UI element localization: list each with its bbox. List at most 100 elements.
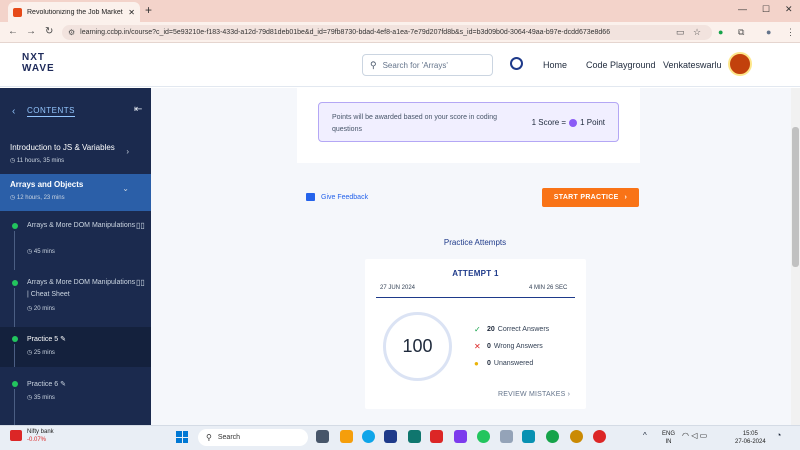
- item-duration: 25 mins: [33, 350, 55, 356]
- item-title: Arrays & More DOM Manipulations | Cheat …: [27, 279, 136, 298]
- item-duration-row: ◷ 25 mins: [27, 350, 55, 356]
- task-view-icon[interactable]: [316, 430, 329, 443]
- chevron-right-icon: ›: [624, 194, 628, 201]
- check-icon: ✓: [474, 325, 481, 334]
- practice-attempts-heading: Practice Attempts: [443, 238, 507, 247]
- sidebar-item-practice-6[interactable]: Practice 6 ✎ ◷ 35 mins: [0, 372, 151, 425]
- attempt-title: ATTEMPT 1: [452, 269, 499, 278]
- url-field[interactable]: ⚙ learning.ccbp.in/course?c_id=5e93210e-…: [62, 25, 712, 40]
- nav-home[interactable]: Home: [543, 60, 567, 70]
- stock-widget-icon[interactable]: [10, 430, 22, 441]
- bookmark-star-icon[interactable]: ☆: [693, 27, 701, 38]
- section-duration-row: ◷ 12 hours, 23 mins: [10, 195, 65, 201]
- edge-icon[interactable]: [362, 430, 375, 443]
- close-window-icon[interactable]: ✕: [785, 4, 793, 15]
- minimize-icon[interactable]: —: [738, 4, 747, 14]
- section-duration: 11 hours, 35 mins: [16, 158, 65, 164]
- item-duration-row: ◷ 45 mins: [27, 249, 55, 255]
- back-arrow-icon[interactable]: ‹: [12, 106, 15, 117]
- taskbar-search[interactable]: ⚲ Search: [198, 429, 308, 446]
- streak-icon[interactable]: [510, 57, 523, 70]
- notepad-icon[interactable]: [500, 430, 513, 443]
- username[interactable]: Venkateswarlu: [663, 60, 722, 70]
- chevron-down-icon: ⌄: [122, 184, 129, 193]
- correct-label: Correct Answers: [497, 326, 550, 333]
- profile-icon[interactable]: ●: [766, 27, 771, 37]
- extension-icon[interactable]: ●: [718, 27, 723, 37]
- tray-overflow-icon[interactable]: ^: [643, 431, 647, 440]
- item-title-row: Practice 5 ✎: [27, 334, 137, 346]
- url-text: learning.ccbp.in/course?c_id=5e93210e-f1…: [80, 29, 611, 36]
- browser-menu-icon[interactable]: ⋮: [786, 27, 795, 38]
- avatar[interactable]: [728, 52, 752, 76]
- sidebar-item-practice-5[interactable]: Practice 5 ✎ ◷ 25 mins: [0, 327, 151, 367]
- windows-start-icon[interactable]: [176, 431, 188, 443]
- unanswered-row: ● 0 Unanswered: [474, 359, 533, 368]
- site-info-icon[interactable]: ⚙: [68, 28, 75, 37]
- item-title: Practice 6: [27, 381, 59, 388]
- chrome-profile-2-icon[interactable]: [593, 430, 606, 443]
- check-icon: [12, 336, 18, 342]
- tab-close-icon[interactable]: ✕: [128, 8, 135, 17]
- tray-icons[interactable]: ◠ ◁ ▭: [682, 431, 707, 440]
- file-explorer-icon[interactable]: [340, 430, 353, 443]
- chrome-profile-icon[interactable]: [570, 430, 583, 443]
- notification-icon[interactable]: ◔: [776, 430, 781, 440]
- clock[interactable]: 15:05 27-06-2024: [735, 430, 766, 446]
- taskbar-search-label: Search: [217, 434, 241, 441]
- vscode-icon[interactable]: [522, 430, 535, 443]
- review-mistakes-link[interactable]: REVIEW MISTAKES ›: [498, 391, 570, 398]
- tab-title: Revolutionizing the Job Market: [27, 8, 123, 16]
- browser-tab[interactable]: Revolutionizing the Job Market ✕: [8, 2, 140, 22]
- item-title: Arrays & More DOM Manipulations: [27, 222, 136, 229]
- section-title: Introduction to JS & Variables: [10, 143, 115, 152]
- sidebar-item-arrays-dom[interactable]: Arrays & More DOM Manipulations ◷ 45 min…: [0, 215, 151, 270]
- teams-icon[interactable]: [454, 430, 467, 443]
- mcafee-icon[interactable]: [430, 430, 443, 443]
- give-feedback-link[interactable]: Give Feedback: [306, 193, 368, 201]
- wrong-answers-row: ✕ 0 Wrong Answers: [474, 342, 543, 351]
- book-icon[interactable]: ▯▯: [136, 221, 145, 230]
- correct-count: 20: [487, 326, 495, 333]
- search-icon: ⚲: [206, 433, 212, 442]
- whatsapp-icon[interactable]: [477, 430, 490, 443]
- review-label: REVIEW MISTAKES: [498, 391, 566, 398]
- section-title: Arrays and Objects: [10, 180, 84, 189]
- collapse-icon[interactable]: ⇤: [134, 104, 142, 115]
- item-duration-row: ◷ 20 mins: [27, 306, 55, 312]
- sidebar-section-intro[interactable]: Introduction to JS & Variables ◷ 11 hour…: [0, 137, 151, 174]
- dot-icon: ●: [474, 359, 479, 368]
- volume-icon[interactable]: ◁: [691, 431, 697, 440]
- check-icon: [12, 223, 18, 229]
- item-title: Practice 5: [27, 336, 59, 343]
- extensions-puzzle-icon[interactable]: ⧉: [738, 27, 744, 38]
- reload-icon[interactable]: ↻: [45, 26, 53, 37]
- attempt-divider: [376, 297, 575, 298]
- cast-icon[interactable]: ▭: [676, 27, 685, 38]
- language-indicator[interactable]: ENG IN: [662, 430, 675, 446]
- feedback-icon: [306, 193, 315, 201]
- new-tab-icon[interactable]: +: [145, 3, 152, 17]
- photos-icon[interactable]: [408, 430, 421, 443]
- sidebar-item-cheat-sheet[interactable]: Arrays & More DOM Manipulations | Cheat …: [0, 272, 151, 327]
- wifi-icon[interactable]: ◠: [682, 431, 689, 440]
- nav-code-playground[interactable]: Code Playground: [586, 60, 656, 70]
- back-icon[interactable]: ←: [8, 26, 18, 37]
- score-ring: 100: [383, 312, 452, 381]
- points-text: Points will be awarded based on your sco…: [332, 114, 497, 133]
- search-input[interactable]: ⚲ Search for 'Arrays': [362, 54, 493, 76]
- battery-icon[interactable]: ▭: [700, 431, 708, 440]
- start-practice-label: START PRACTICE: [553, 194, 619, 201]
- forward-icon[interactable]: →: [26, 26, 36, 37]
- timeline-line: [14, 231, 15, 270]
- maximize-icon[interactable]: ☐: [762, 4, 770, 15]
- store-icon[interactable]: [384, 430, 397, 443]
- stock-widget[interactable]: Nifty bank -0.07%: [27, 428, 54, 444]
- clock-date: 27-06-2024: [735, 439, 766, 445]
- start-practice-button[interactable]: START PRACTICE ›: [542, 188, 639, 207]
- sidebar-section-arrays-objects[interactable]: Arrays and Objects ◷ 12 hours, 23 mins ⌄: [0, 174, 151, 211]
- book-icon[interactable]: ▯▯: [136, 278, 145, 287]
- chrome-icon[interactable]: [546, 430, 559, 443]
- scrollbar-thumb[interactable]: [792, 127, 799, 267]
- nxtwave-logo[interactable]: NXT WAVE: [22, 52, 55, 74]
